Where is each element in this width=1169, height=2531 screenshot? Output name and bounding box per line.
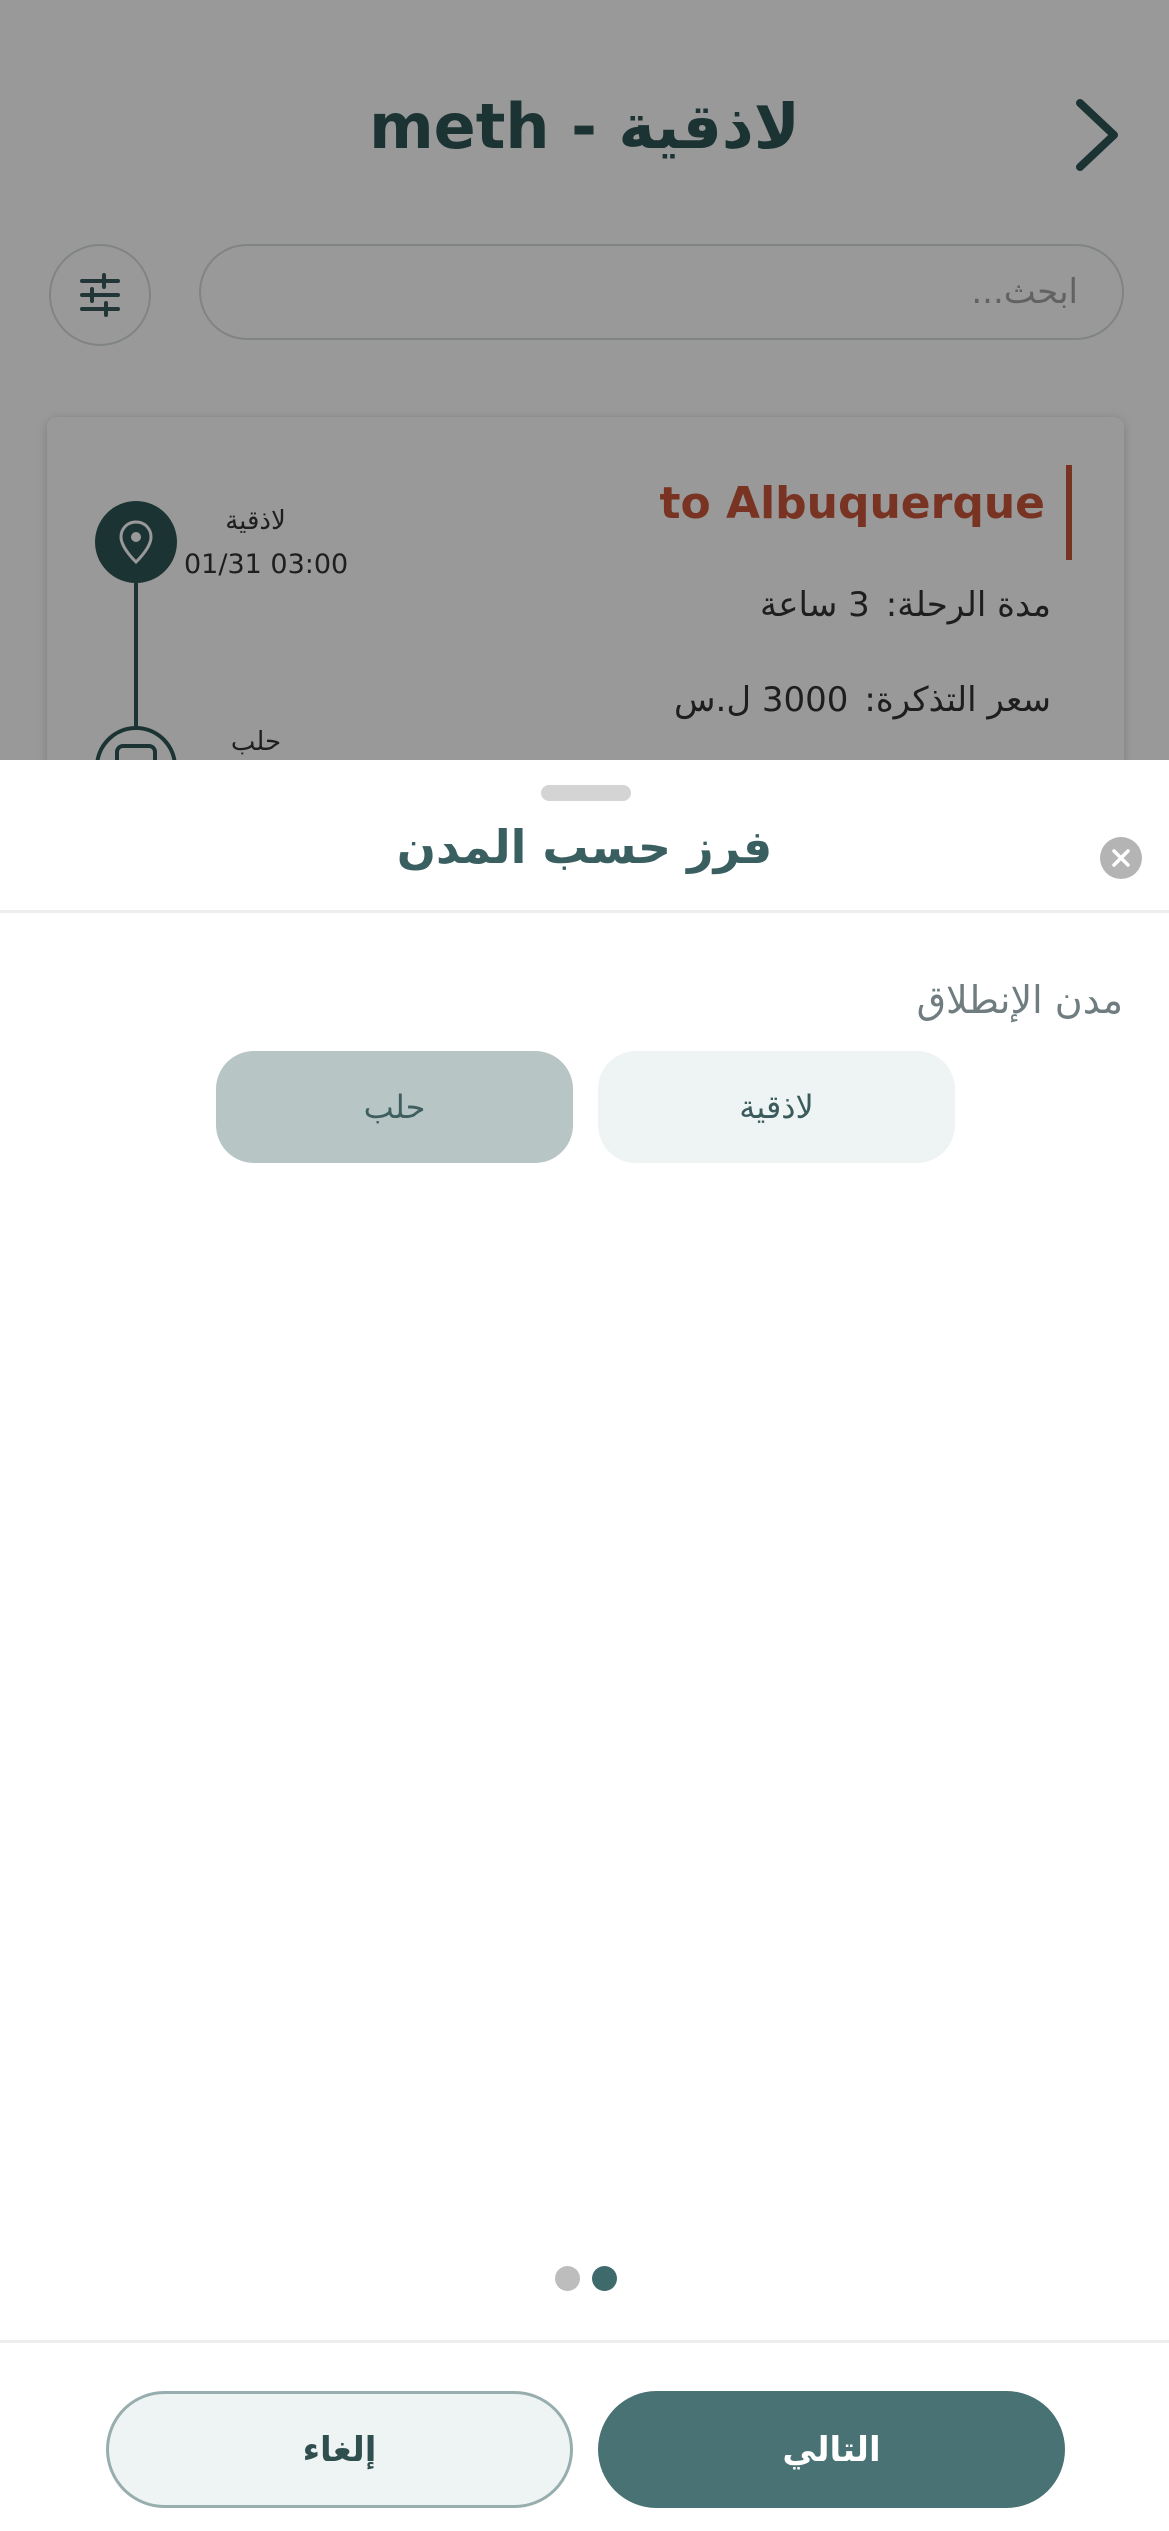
city-chip-label: حلب [363,1088,426,1126]
sheet-title: فرز حسب المدن [396,820,773,874]
city-chip-aleppo[interactable]: حلب [216,1051,573,1163]
filter-bottom-sheet: فرز حسب المدن مدن الإنطلاق لاذقية حلب إل… [0,760,1169,2531]
page-indicator [555,2266,617,2291]
page-dot-1 [555,2266,580,2291]
close-icon [1112,849,1130,867]
city-chip-latakia[interactable]: لاذقية [598,1051,955,1163]
footer-divider [0,2340,1169,2343]
city-chip-label: لاذقية [739,1088,814,1126]
close-button[interactable] [1100,837,1142,879]
next-button-label: التالي [782,2429,881,2470]
trip-list-page: meth - لاذقية to Albuquerque مدة الرحلة:… [0,0,1169,760]
sheet-divider [0,910,1169,913]
modal-backdrop[interactable] [0,0,1169,760]
next-button[interactable]: التالي [598,2391,1065,2508]
page-dot-2 [592,2266,617,2291]
cancel-button-label: إلغاء [302,2429,377,2470]
sheet-drag-handle[interactable] [541,785,631,801]
departure-cities-label: مدن الإنطلاق [916,978,1123,1022]
cancel-button[interactable]: إلغاء [106,2391,573,2508]
